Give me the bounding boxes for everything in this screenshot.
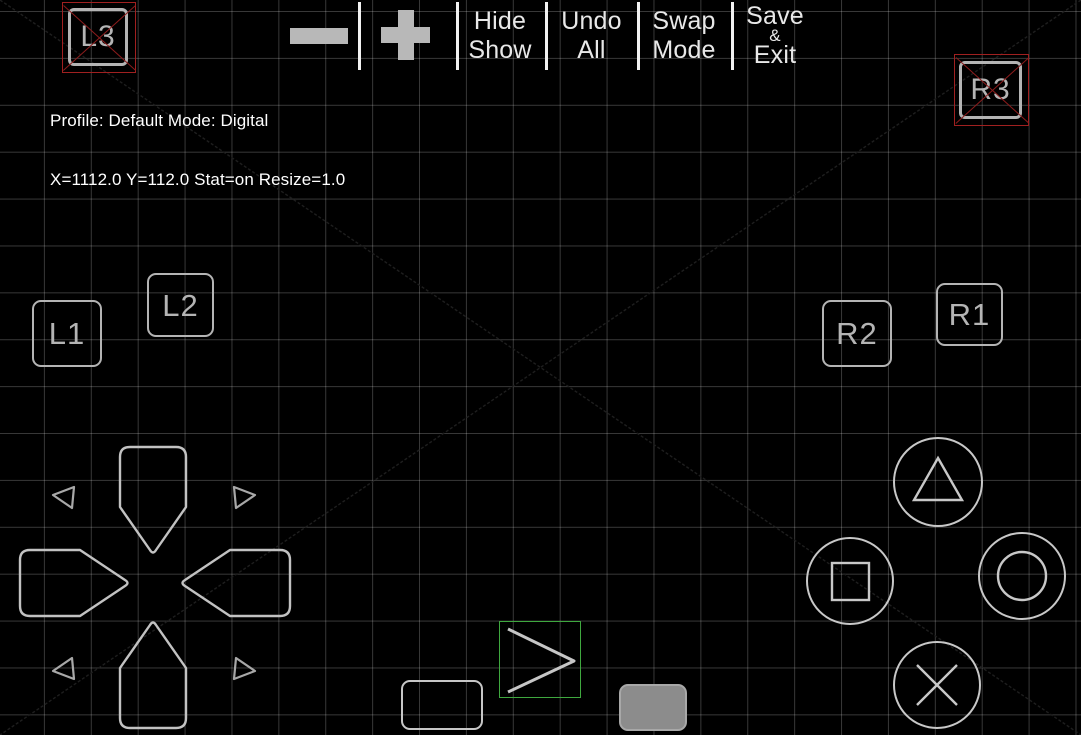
triangle-icon bbox=[911, 455, 965, 502]
undo-all-line1: Undo bbox=[561, 7, 622, 35]
plus-icon[interactable] bbox=[381, 10, 430, 60]
swap-mode-line2: Mode bbox=[652, 36, 716, 64]
toolbar-divider bbox=[358, 2, 361, 70]
minus-icon[interactable] bbox=[290, 28, 348, 44]
dpad-corner-downright-icon[interactable] bbox=[230, 655, 258, 688]
hide-show-button[interactable]: Hide Show bbox=[459, 0, 541, 72]
l2-label: L2 bbox=[162, 287, 199, 323]
dpad-corner-downleft-icon[interactable] bbox=[50, 655, 78, 688]
save-exit-button[interactable]: Save & Exit bbox=[735, 0, 815, 72]
editor-toolbar: Hide Show Undo All Swap Mode Save & Exit bbox=[0, 0, 1081, 72]
dpad-corner-upleft-icon[interactable] bbox=[50, 484, 78, 517]
r2-label: R2 bbox=[836, 316, 878, 351]
select-button[interactable] bbox=[401, 680, 483, 730]
l1-label: L1 bbox=[48, 316, 86, 351]
dpad-down-shape bbox=[118, 621, 188, 730]
dpad-corner-upright-icon[interactable] bbox=[230, 484, 258, 517]
toolbar-divider bbox=[731, 2, 734, 70]
dpad-up-shape bbox=[118, 445, 188, 554]
status-line-coords: X=1112.0 Y=112.0 Stat=on Resize=1.0 bbox=[50, 169, 346, 189]
cross-button[interactable] bbox=[893, 641, 981, 729]
swap-mode-line1: Swap bbox=[652, 7, 716, 35]
start-button[interactable] bbox=[500, 620, 582, 703]
save-exit-line1: Save bbox=[746, 2, 804, 30]
l1-button[interactable]: L1 bbox=[32, 300, 102, 367]
square-button[interactable] bbox=[806, 537, 894, 625]
r1-label: R1 bbox=[948, 297, 991, 332]
r1-button[interactable]: R1 bbox=[936, 283, 1003, 346]
hide-show-line2: Show bbox=[468, 36, 532, 64]
play-triangle-icon bbox=[507, 627, 576, 694]
save-exit-line3: Exit bbox=[753, 41, 797, 69]
r2-button[interactable]: R2 bbox=[822, 300, 892, 367]
cross-icon bbox=[916, 664, 958, 706]
swap-mode-button[interactable]: Swap Mode bbox=[640, 0, 728, 72]
r3-label: R3 bbox=[970, 73, 1011, 106]
circle-button[interactable] bbox=[978, 532, 1066, 620]
undo-all-button[interactable]: Undo All bbox=[549, 0, 634, 72]
l3-stick-button[interactable]: L3 bbox=[68, 8, 128, 66]
l3-label: L3 bbox=[80, 20, 116, 53]
toolbar-divider bbox=[545, 2, 548, 70]
undo-all-line2: All bbox=[577, 36, 606, 64]
circle-icon bbox=[996, 550, 1048, 602]
triangle-button[interactable] bbox=[893, 437, 983, 527]
dpad-right-shape bbox=[181, 548, 292, 618]
l2-button[interactable]: L2 bbox=[147, 273, 214, 337]
dpad-left-shape bbox=[18, 548, 129, 618]
hide-show-line1: Hide bbox=[473, 7, 527, 35]
dpad-right-button[interactable] bbox=[180, 538, 292, 628]
dpad-down-button[interactable] bbox=[108, 620, 198, 730]
r3-stick-button[interactable]: R3 bbox=[959, 61, 1022, 119]
start-filled-button[interactable] bbox=[619, 684, 687, 731]
square-icon bbox=[830, 561, 871, 602]
status-line-profile-mode: Profile: Default Mode: Digital bbox=[50, 111, 269, 130]
dpad-left-button[interactable] bbox=[18, 538, 130, 628]
control-layout-editor-screen: Hide Show Undo All Swap Mode Save & Exit… bbox=[0, 0, 1081, 735]
status-readout: Profile: Default Mode: Digital X=1112.0 … bbox=[50, 72, 345, 228]
